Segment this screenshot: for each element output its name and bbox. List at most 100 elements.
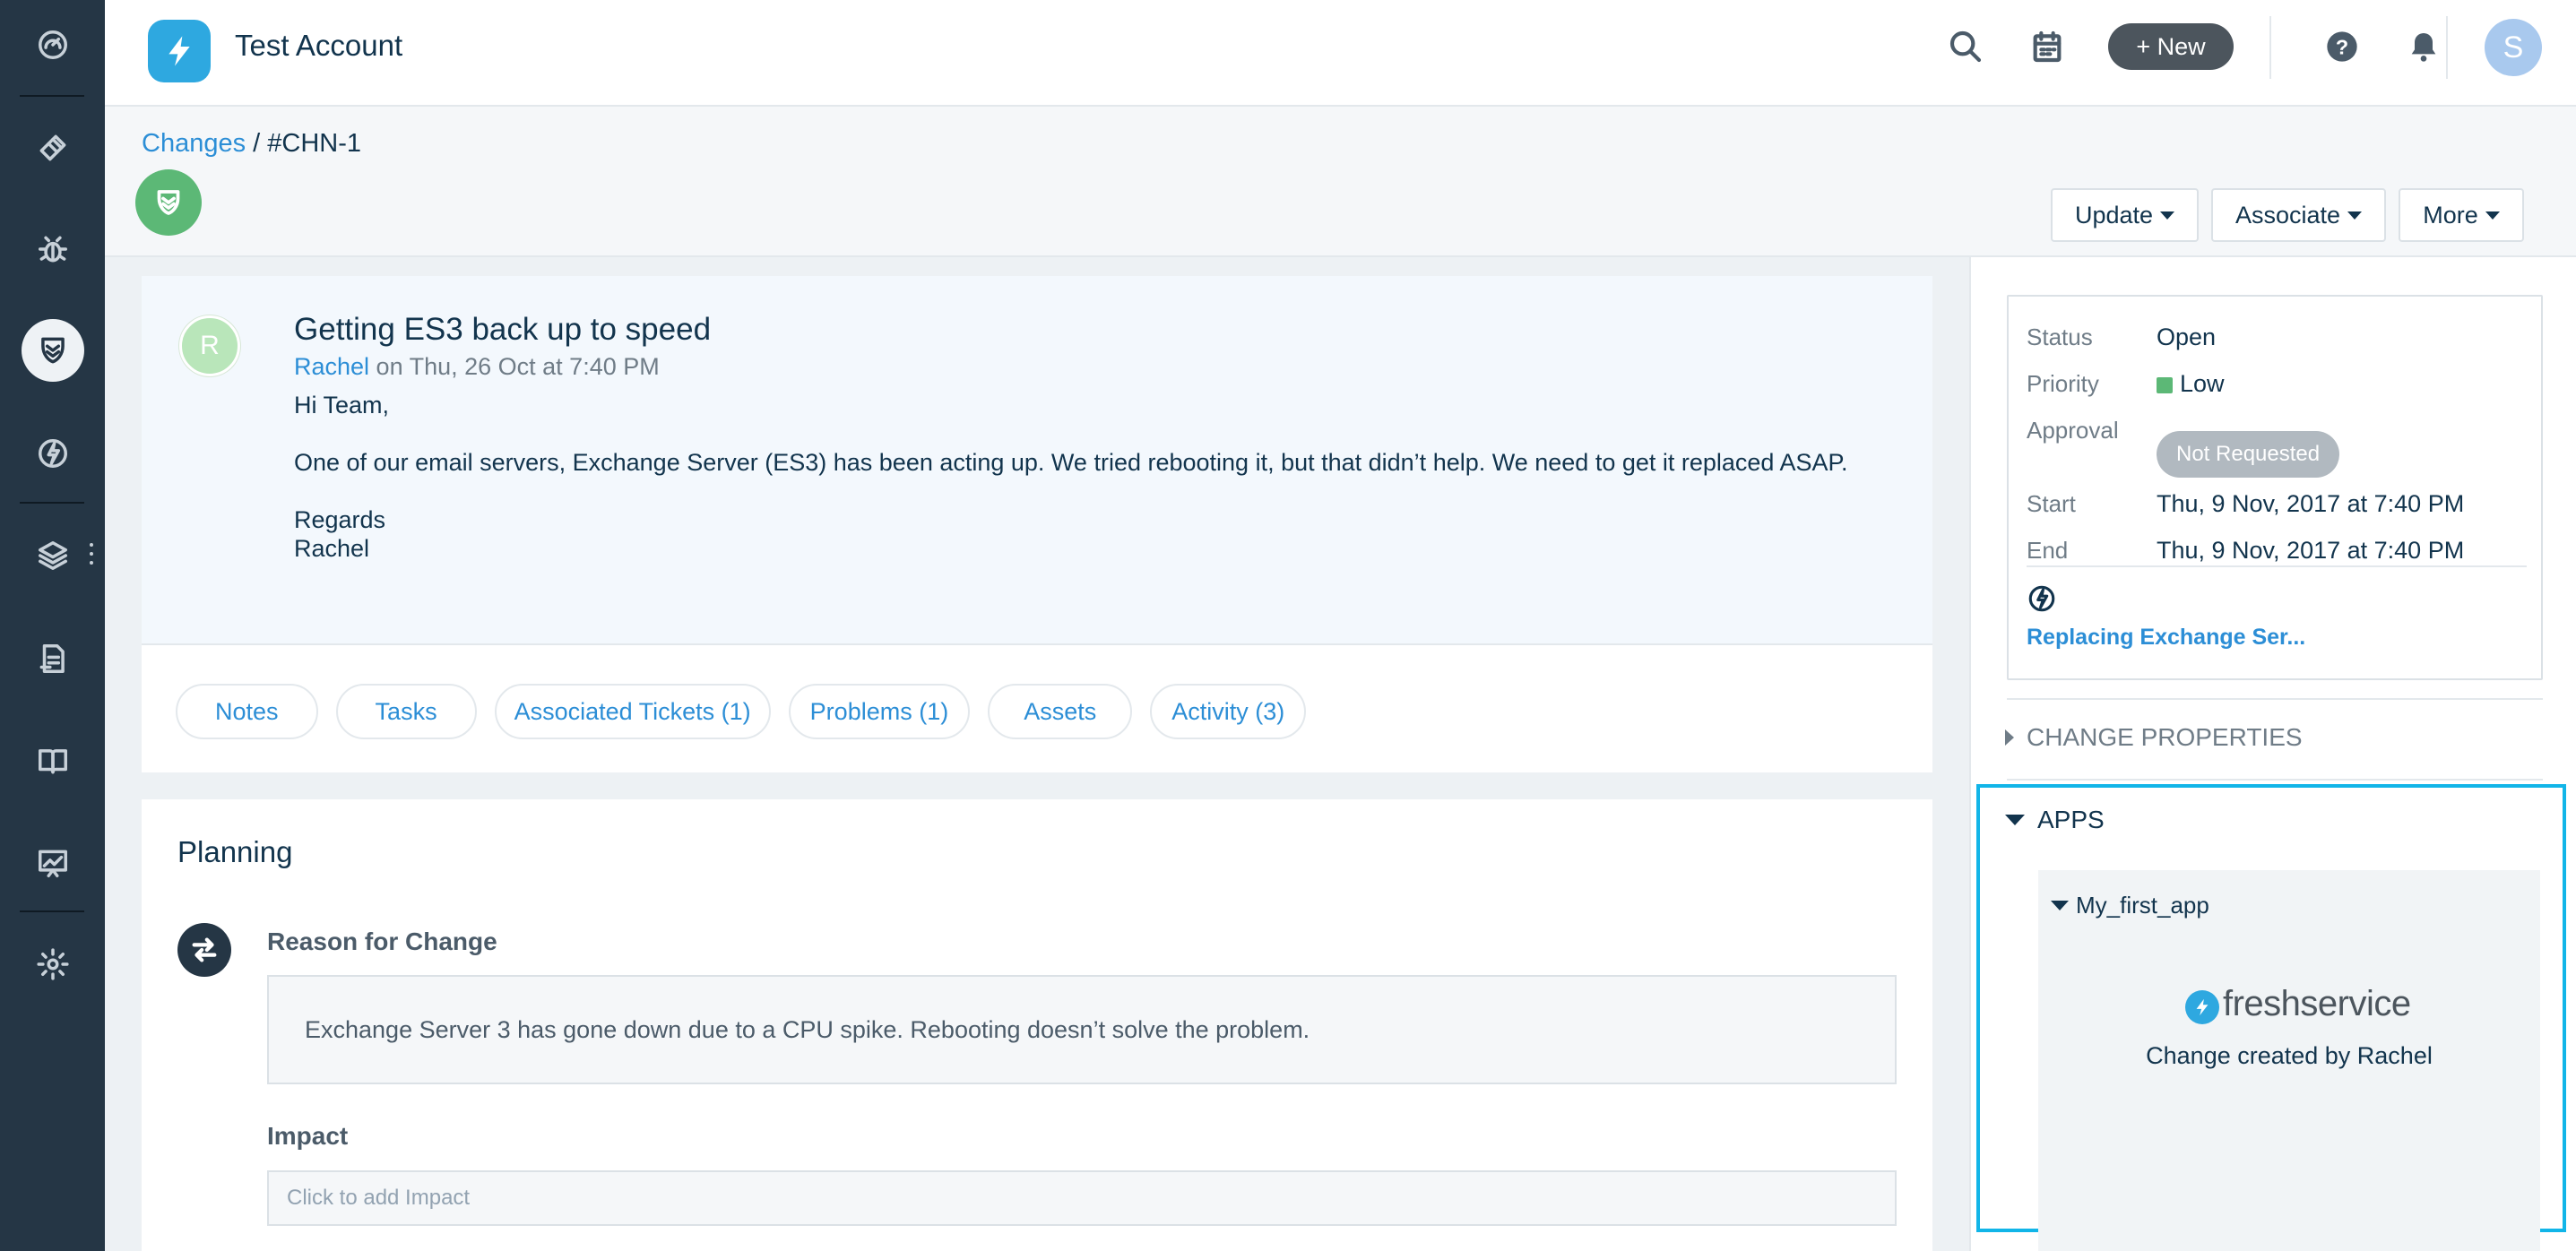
- author-link[interactable]: Rachel: [294, 353, 369, 380]
- start-value: Thu, 9 Nov, 2017 at 7:40 PM: [2157, 490, 2465, 517]
- update-dropdown-button[interactable]: Update: [2051, 188, 2199, 242]
- tab-assets[interactable]: Assets: [988, 684, 1133, 739]
- ticket-timestamp: on Thu, 26 Oct at 7:40 PM: [369, 353, 660, 380]
- notifications-bell-icon[interactable]: [2402, 25, 2445, 68]
- search-icon[interactable]: [1944, 25, 1987, 68]
- ticket-tabs: Notes Tasks Associated Tickets (1) Probl…: [176, 684, 1307, 739]
- user-avatar[interactable]: S: [2485, 19, 2542, 76]
- right-sidebar: Status Open Priority Low Approval Not Re…: [1969, 257, 2576, 1251]
- caret-down-icon: [2051, 901, 2069, 910]
- priority-label: Priority: [2027, 370, 2099, 397]
- app-widget: My_first_app freshservice Change created…: [2038, 870, 2540, 1251]
- change-type-icon: [135, 169, 202, 236]
- associate-label: Associate: [2235, 201, 2341, 229]
- app-toggle[interactable]: My_first_app: [2051, 892, 2209, 919]
- swap-arrows-icon: [177, 923, 231, 977]
- apps-section-toggle[interactable]: APPS: [2005, 806, 2105, 834]
- caret-down-icon: [2005, 815, 2025, 825]
- release-icon: [2027, 583, 2057, 614]
- status-label: Status: [2027, 324, 2093, 350]
- new-button[interactable]: + New: [2108, 23, 2234, 70]
- body-paragraph: One of our email servers, Exchange Serve…: [294, 449, 1848, 476]
- start-label: Start: [2027, 490, 2076, 517]
- body-signature: Rachel: [294, 535, 370, 562]
- priority-value: Low: [2157, 370, 2225, 398]
- app-message: Change created by Rachel: [2146, 1042, 2433, 1069]
- tab-tasks[interactable]: Tasks: [335, 684, 477, 739]
- associated-release-link[interactable]: Replacing Exchange Ser...: [2027, 625, 2305, 651]
- end-value: Thu, 9 Nov, 2017 at 7:40 PM: [2157, 537, 2465, 564]
- nav-divider: [20, 95, 84, 97]
- end-label: End: [2027, 537, 2069, 564]
- active-nav-bubble: [21, 319, 84, 382]
- breadcrumb-current: #CHN-1: [267, 129, 362, 158]
- planning-section: Planning Reason for Change Exchange Serv…: [142, 799, 1932, 1251]
- account-name: Test Account: [235, 29, 403, 62]
- svg-text:?: ?: [2336, 35, 2348, 58]
- summary-divider: [2027, 565, 2527, 567]
- caret-down-icon: [2160, 211, 2175, 220]
- reason-for-change-field[interactable]: Exchange Server 3 has gone down due to a…: [267, 975, 1897, 1084]
- body-signoff: Regards: [294, 506, 386, 533]
- impact-field[interactable]: Click to add Impact: [267, 1170, 1897, 1226]
- apps-label: APPS: [2037, 806, 2105, 833]
- priority-color-dot: [2157, 377, 2173, 393]
- reason-for-change-label: Reason for Change: [267, 927, 497, 955]
- reports-icon[interactable]: [0, 818, 105, 908]
- app-name: My_first_app: [2076, 892, 2209, 919]
- ticket-card: R Getting ES3 back up to speed Rachel on…: [142, 276, 1932, 772]
- priority-text: Low: [2180, 370, 2225, 397]
- nav-divider: [20, 502, 84, 504]
- panel-divider: [2007, 779, 2543, 781]
- app-logo-icon[interactable]: [148, 20, 211, 82]
- tab-activity[interactable]: Activity (3): [1150, 684, 1307, 739]
- caret-down-icon: [2485, 211, 2500, 220]
- panel-divider: [2007, 698, 2543, 700]
- caret-right-icon: [2005, 729, 2014, 746]
- breadcrumb: Changes / #CHN-1: [142, 129, 361, 159]
- changes-icon[interactable]: [0, 306, 105, 395]
- body-greeting: Hi Team,: [294, 392, 390, 418]
- freshservice-logo: freshservice: [2185, 983, 2411, 1024]
- admin-icon[interactable]: [0, 919, 105, 1009]
- tab-notes[interactable]: Notes: [176, 684, 318, 739]
- change-summary-box: Status Open Priority Low Approval Not Re…: [2007, 295, 2543, 680]
- impact-label: Impact: [267, 1122, 349, 1150]
- nav-divider: [20, 910, 84, 912]
- sidebar-nav: [0, 0, 105, 1251]
- help-icon[interactable]: ?: [2321, 25, 2364, 68]
- planning-title: Planning: [177, 835, 293, 868]
- calendar-icon[interactable]: [2026, 25, 2069, 68]
- tab-associated-tickets[interactable]: Associated Tickets (1): [494, 684, 771, 739]
- contracts-icon[interactable]: [0, 614, 105, 703]
- dashboard-icon[interactable]: [0, 0, 105, 90]
- top-header: Test Account + New ? S: [105, 0, 2576, 107]
- header-divider: [2446, 16, 2448, 79]
- breadcrumb-link-changes[interactable]: Changes: [142, 129, 246, 158]
- breadcrumb-separator: /: [246, 129, 268, 158]
- ticket-title: Getting ES3 back up to speed: [294, 312, 712, 347]
- approval-status-badge: Not Requested: [2157, 431, 2340, 478]
- approval-label: Approval: [2027, 417, 2119, 444]
- releases-icon[interactable]: [0, 409, 105, 498]
- solutions-icon[interactable]: [0, 716, 105, 806]
- ticket-meta: Rachel on Thu, 26 Oct at 7:40 PM: [294, 353, 660, 381]
- caret-down-icon: [2347, 211, 2363, 220]
- tickets-icon[interactable]: [0, 103, 105, 193]
- ticket-body: Hi Team, One of our email servers, Excha…: [294, 391, 1871, 563]
- more-dropdown-button[interactable]: More: [2399, 188, 2524, 242]
- freshservice-wordmark: freshservice: [2223, 983, 2411, 1023]
- change-properties-label: CHANGE PROPERTIES: [2027, 723, 2303, 751]
- requester-avatar: R: [179, 315, 240, 376]
- associate-dropdown-button[interactable]: Associate: [2211, 188, 2386, 242]
- nav-more-dots-icon[interactable]: [90, 543, 95, 570]
- change-properties-toggle[interactable]: CHANGE PROPERTIES: [2005, 723, 2303, 752]
- freshservice-bolt-icon: [2185, 990, 2219, 1024]
- update-label: Update: [2074, 201, 2154, 229]
- ticket-description: R Getting ES3 back up to speed Rachel on…: [142, 276, 1932, 645]
- more-label: More: [2423, 201, 2478, 229]
- status-value: Open: [2157, 324, 2217, 350]
- header-divider: [2269, 16, 2271, 79]
- problems-icon[interactable]: [0, 204, 105, 294]
- tab-problems[interactable]: Problems (1): [788, 684, 971, 739]
